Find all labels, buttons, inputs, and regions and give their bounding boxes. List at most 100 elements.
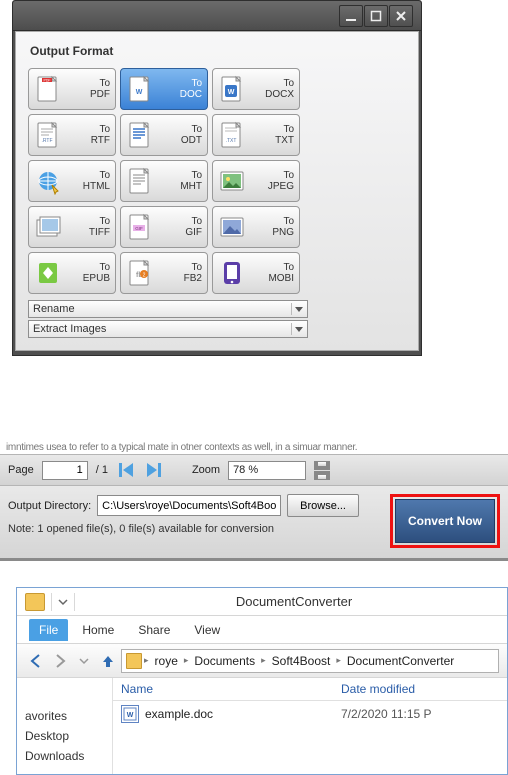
chevron-down-icon[interactable] <box>58 597 68 607</box>
minimize-button[interactable] <box>339 5 363 27</box>
format-doc-button[interactable]: WToDOC <box>120 68 208 110</box>
convert-now-button[interactable]: Convert Now <box>395 499 495 543</box>
html-icon <box>33 166 63 196</box>
stepper-up-icon[interactable] <box>314 461 330 470</box>
svg-text:W: W <box>136 89 143 96</box>
explorer-title: DocumentConverter <box>81 594 507 609</box>
format-label: ToODT <box>155 124 203 146</box>
format-label: ToHTML <box>63 170 111 192</box>
format-label: ToDOCX <box>247 78 295 100</box>
back-button[interactable] <box>25 650 47 672</box>
breadcrumb-segment[interactable]: Documents <box>190 654 259 668</box>
page-toolbar: Page / 1 Zoom 78 % <box>0 454 508 486</box>
txt-icon: .TXT <box>217 120 247 150</box>
format-txt-button[interactable]: .TXTToTXT <box>212 114 300 156</box>
first-page-button[interactable] <box>116 461 136 479</box>
close-button[interactable] <box>389 5 413 27</box>
format-mht-button[interactable]: ToMHT <box>120 160 208 202</box>
tab-share[interactable]: Share <box>128 619 180 641</box>
format-html-button[interactable]: ToHTML <box>28 160 116 202</box>
output-directory-input[interactable] <box>97 495 281 516</box>
folder-icon <box>25 593 45 611</box>
breadcrumb[interactable]: ▸ roye▸ Documents▸ Soft4Boost▸ DocumentC… <box>121 649 499 673</box>
nav-favorites[interactable]: avorites <box>23 706 106 726</box>
zoom-select[interactable]: 78 % <box>228 461 306 480</box>
format-label: ToMHT <box>155 170 203 192</box>
file-date: 7/2/2020 11:15 P <box>341 707 432 721</box>
format-docx-button[interactable]: WToDOCX <box>212 68 300 110</box>
gif-icon: GIF <box>125 212 155 242</box>
page-input[interactable] <box>42 461 88 480</box>
format-png-button[interactable]: ToPNG <box>212 206 300 248</box>
breadcrumb-segment[interactable]: Soft4Boost <box>268 654 335 668</box>
format-jpeg-button[interactable]: ToJPEG <box>212 160 300 202</box>
nav-downloads[interactable]: Downloads <box>23 746 106 766</box>
doc-icon: W <box>125 74 155 104</box>
convert-highlight: Convert Now <box>390 494 500 548</box>
page-label: Page <box>8 464 34 476</box>
format-fb2-button[interactable]: fb2ToFB2 <box>120 252 208 294</box>
docx-icon: W <box>217 74 247 104</box>
tab-home[interactable]: Home <box>72 619 124 641</box>
column-date[interactable]: Date modified <box>341 682 415 696</box>
odt-icon <box>125 120 155 150</box>
format-gif-button[interactable]: GIF ToGIF <box>120 206 208 248</box>
zoom-label: Zoom <box>192 464 220 476</box>
nav-desktop[interactable]: Desktop <box>23 726 106 746</box>
output-directory-label: Output Directory: <box>8 500 91 512</box>
format-label: ToGIF <box>155 216 203 238</box>
format-label: ToRTF <box>63 124 111 146</box>
rtf-icon: .RTF <box>33 120 63 150</box>
fb2-icon: fb2 <box>125 258 155 288</box>
format-epub-button[interactable]: ToEPUB <box>28 252 116 294</box>
file-row[interactable]: Wexample.doc7/2/2020 11:15 P <box>113 701 507 727</box>
explorer-titlebar: DocumentConverter <box>17 588 507 616</box>
png-icon <box>217 212 247 242</box>
doc-file-icon: W <box>121 705 139 723</box>
format-mobi-button[interactable]: ToMOBI <box>212 252 300 294</box>
chevron-down-icon <box>291 323 305 335</box>
ribbon: File Home Share View <box>17 616 507 644</box>
breadcrumb-segment[interactable]: roye <box>151 654 182 668</box>
tab-view[interactable]: View <box>184 619 230 641</box>
zoom-value: 78 % <box>233 464 258 476</box>
conversion-note: Note: 1 opened file(s), 0 file(s) availa… <box>8 523 359 535</box>
column-name[interactable]: Name <box>121 682 341 696</box>
svg-text:GIF: GIF <box>135 226 143 231</box>
format-rtf-button[interactable]: .RTF ToRTF <box>28 114 116 156</box>
format-label: ToPNG <box>247 216 295 238</box>
zoom-stepper[interactable] <box>314 461 330 480</box>
maximize-button[interactable] <box>364 5 388 27</box>
extract-images-combo[interactable]: Extract Images <box>28 320 308 338</box>
output-row: Output Directory: Browse... Note: 1 open… <box>0 486 508 561</box>
folder-icon <box>126 653 142 669</box>
extract-combo-label: Extract Images <box>33 323 106 335</box>
tiff-icon <box>33 212 63 242</box>
svg-text:PDF: PDF <box>44 79 51 83</box>
rename-combo[interactable]: Rename <box>28 300 308 318</box>
recent-locations-button[interactable] <box>73 650 95 672</box>
up-button[interactable] <box>97 650 119 672</box>
mht-icon <box>125 166 155 196</box>
titlebar <box>13 1 421 31</box>
format-tiff-button[interactable]: ToTIFF <box>28 206 116 248</box>
format-label: ToFB2 <box>155 262 203 284</box>
chevron-down-icon <box>291 303 305 315</box>
stepper-down-icon[interactable] <box>314 471 330 480</box>
forward-button[interactable] <box>49 650 71 672</box>
pdf-icon: PDF <box>33 74 63 104</box>
breadcrumb-segment[interactable]: DocumentConverter <box>343 654 458 668</box>
last-page-button[interactable] <box>144 461 164 479</box>
browse-button[interactable]: Browse... <box>287 494 359 517</box>
cutoff-text: imntimes usea to refer to a typical mate… <box>0 442 508 453</box>
format-odt-button[interactable]: ToODT <box>120 114 208 156</box>
format-pdf-button[interactable]: PDFToPDF <box>28 68 116 110</box>
svg-text:W: W <box>127 712 134 719</box>
file-name: example.doc <box>145 707 341 721</box>
tab-file[interactable]: File <box>29 619 68 641</box>
column-headers[interactable]: Name Date modified <box>113 678 507 701</box>
output-format-window: Output Format PDFToPDFWToDOCWToDOCX.RTFT… <box>12 0 422 356</box>
svg-text:.RTF: .RTF <box>41 138 52 144</box>
mobi-icon <box>217 258 247 288</box>
explorer-window: DocumentConverter File Home Share View ▸… <box>16 587 508 775</box>
